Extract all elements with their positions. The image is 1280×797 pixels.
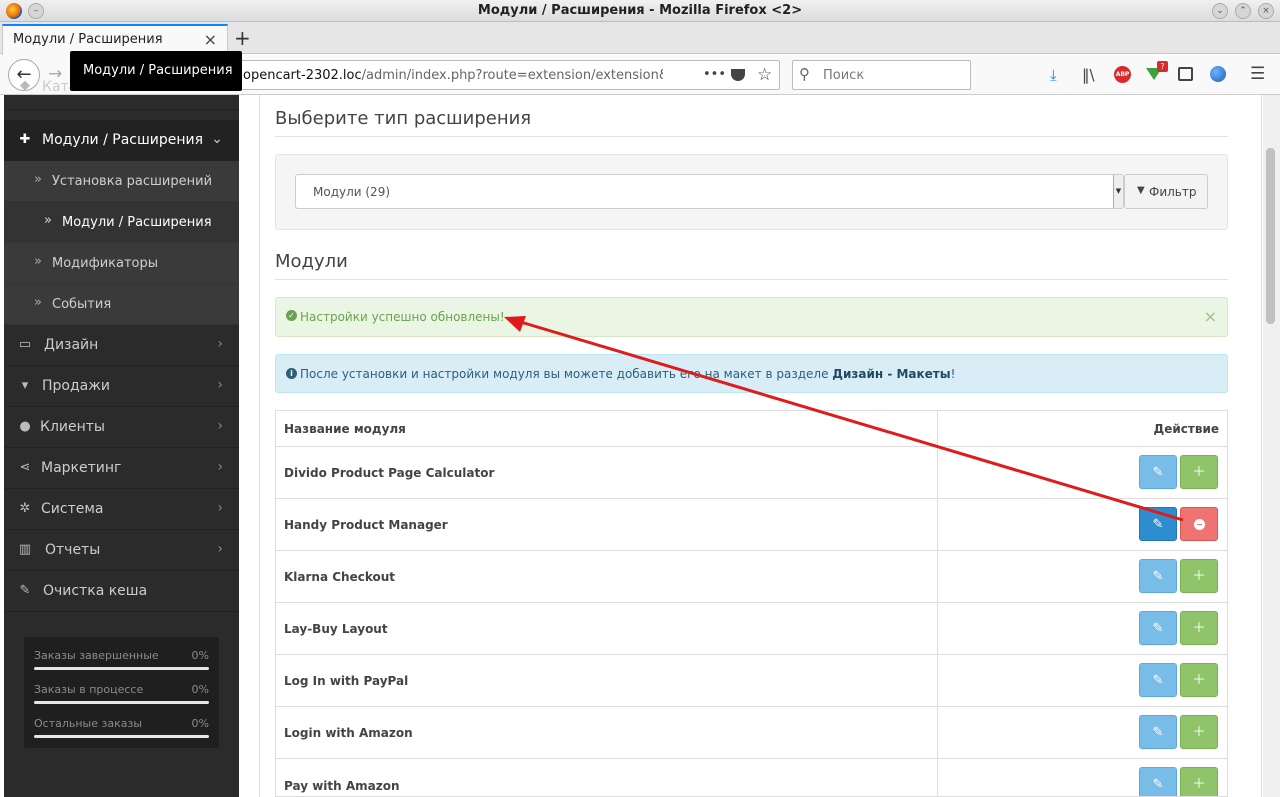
tab-tooltip: Модули / Расширения (70, 51, 242, 91)
arrow-head (504, 316, 526, 332)
annotation-arrow (504, 316, 1184, 522)
arrow-line (513, 318, 1184, 522)
